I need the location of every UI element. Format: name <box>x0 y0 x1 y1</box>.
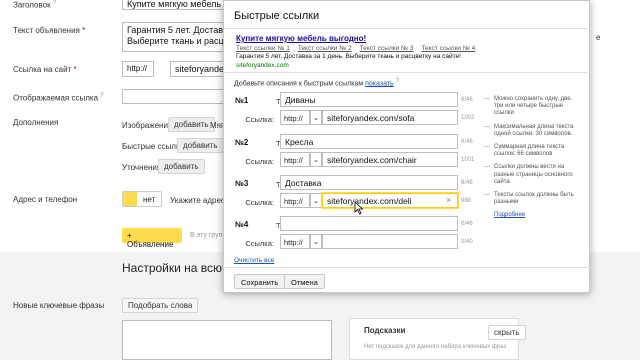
note-item: Тексты ссылок должны быть разными <box>484 192 582 206</box>
quicklinks-add-button[interactable]: добавить <box>177 138 224 153</box>
images-add-button[interactable]: добавить <box>168 117 215 132</box>
ad-text-label: Текст объявления * <box>13 26 86 35</box>
descriptions-prompt: Добавьте описания к быстрым ссылкам пока… <box>234 78 399 88</box>
clarify-label: Уточнения <box>122 163 162 172</box>
link2-url-counter: 1001 <box>461 157 475 163</box>
rules-notes: Можно сохранить одну, две, три или четыр… <box>484 96 582 220</box>
link4-url-counter: 0/40 <box>461 239 473 245</box>
preview-link-3: Текст ссылки № 3 <box>359 45 414 52</box>
settings-heading: Настройки на всю гр <box>122 261 237 275</box>
preview-link-4: Текст ссылки № 4 <box>421 45 476 52</box>
note-item: Максимальная длина текста одной ссылки: … <box>484 124 582 138</box>
link-label: Ссылка: <box>245 115 274 124</box>
preview-links: Текст ссылки № 1 Текст ссылки № 2 Текст сс… <box>236 45 483 52</box>
chevron-down-icon[interactable]: ⌄ <box>310 234 322 249</box>
toggle-knob <box>123 192 137 206</box>
link1-proto-select[interactable]: http:// <box>280 110 310 125</box>
link-label: Ссылка: <box>245 198 274 207</box>
show-descriptions-link[interactable]: показать <box>365 80 394 87</box>
keywords-label: Новые ключевые фразы <box>13 301 105 310</box>
preview-description: Гарантия 5 лет. Доставка за 1 день. Выбе… <box>236 53 461 60</box>
add-ad-button[interactable]: + Объявление <box>122 228 182 249</box>
link-label: Ссылка: <box>245 239 274 248</box>
preview-link-2: Текст ссылки № 2 <box>297 45 352 52</box>
link3-url-input[interactable]: siteforyandex.com/deli <box>322 193 458 208</box>
preview-url: siteforyandex.com <box>236 62 289 69</box>
pick-words-button[interactable]: Подобрать слова <box>122 298 199 313</box>
link-label: Ссылка: <box>245 157 274 166</box>
quick-links-dialog: Быстрые ссылки Купите мягкую мебель выго… <box>223 0 591 293</box>
preview-title: Купите мягкую мебель выгодно! <box>236 34 367 43</box>
headline-label: Заголовок ? <box>13 0 57 10</box>
group-text: В эту групп <box>190 232 227 239</box>
save-button[interactable]: Сохранить <box>234 274 286 289</box>
link2-text-counter: 6/46 <box>461 139 473 145</box>
site-proto-select[interactable]: http:// <box>122 61 154 77</box>
link3-text-counter: 8/46 <box>461 180 473 186</box>
title-divider <box>224 28 591 29</box>
link1-text-counter: 6/46 <box>461 97 473 103</box>
address-phone-label: Адрес и телефон <box>13 195 78 204</box>
hints-empty: Нет подсказок для данного набора ключевы… <box>364 344 507 350</box>
site-url-input[interactable]: siteforyandex.c <box>170 61 226 77</box>
images-label: Изображения <box>122 121 173 130</box>
link3-url-counter: 988 <box>461 198 472 204</box>
footer-divider <box>224 267 591 268</box>
dialog-title: Быстрые ссылки <box>234 10 320 22</box>
link3-proto-select[interactable]: http:// <box>280 193 310 208</box>
preview-link-1: Текст ссылки № 1 <box>236 45 290 52</box>
note-item: Суммарная длина текста ссылок: 66 символ… <box>484 144 582 158</box>
chevron-down-icon[interactable]: ⌄ <box>310 152 322 167</box>
note-item: Можно сохранить одну, две, три или четыр… <box>484 96 582 118</box>
images-extra-text: Мяг <box>210 121 224 130</box>
mouse-cursor-icon <box>354 201 364 215</box>
preview-divider <box>224 72 591 73</box>
link4-url-input[interactable] <box>322 234 458 249</box>
link1-url-counter: 1002 <box>461 115 475 121</box>
ad-text-input[interactable]: Гарантия 5 лет. Доставка за 1 Выберите т… <box>122 22 226 52</box>
site-link-label: Ссылка на сайт * <box>13 65 77 74</box>
link1-text-input[interactable]: Диваны <box>280 92 458 107</box>
clear-input-icon[interactable]: × <box>446 195 451 205</box>
cancel-button[interactable]: Отмена <box>284 274 325 289</box>
link3-text-input[interactable]: Доставка <box>280 175 458 190</box>
hints-panel: Подсказки скрыть Нет подсказок для данно… <box>349 318 526 360</box>
chevron-down-icon[interactable]: ⌄ <box>310 193 322 208</box>
link4-proto-select[interactable]: http:// <box>280 234 310 249</box>
note-item: Ссылки должны вести на разные страницы о… <box>484 164 582 186</box>
help-icon[interactable]: ? <box>396 78 399 84</box>
link4-text-input[interactable] <box>280 216 458 231</box>
hints-title: Подсказки <box>364 326 406 335</box>
link2-url-input[interactable]: siteforyandex.com/chair <box>322 152 458 167</box>
address-toggle[interactable]: нет <box>122 191 162 207</box>
headline-input[interactable]: Купите мягкую мебель выгодно! <box>122 0 226 10</box>
addons-label: Дополнения <box>13 118 59 127</box>
quicklinks-label: Быстрые ссылки <box>122 142 184 151</box>
clarify-add-button[interactable]: добавить <box>158 159 205 174</box>
right-edge-text: е <box>596 33 601 42</box>
link2-text-input[interactable]: Кресла <box>280 134 458 149</box>
chevron-down-icon[interactable]: ⌄ <box>310 110 322 125</box>
link2-proto-select[interactable]: http:// <box>280 152 310 167</box>
display-link-label: Отображаемая ссылка ? <box>13 93 104 103</box>
more-info-link[interactable]: Подробнее <box>494 212 525 218</box>
toggle-state: нет <box>143 195 156 204</box>
hints-hide-button[interactable]: скрыть <box>488 325 526 340</box>
link4-text-counter: 0/46 <box>461 221 473 227</box>
keywords-textarea[interactable] <box>122 320 332 360</box>
display-link-input[interactable] <box>122 89 226 104</box>
clear-all-link[interactable]: Очистить все <box>234 257 274 264</box>
link1-url-input[interactable]: siteforyandex.com/sofa <box>322 110 458 125</box>
